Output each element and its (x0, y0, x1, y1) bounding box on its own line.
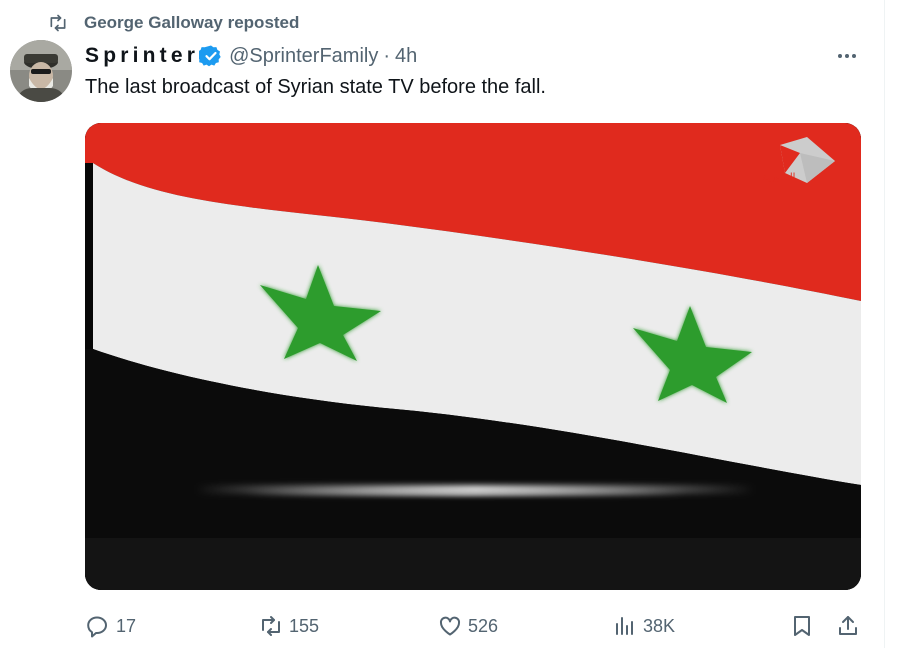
reply-icon (87, 616, 107, 638)
meta-separator: · (383, 44, 391, 67)
analytics-icon (616, 617, 633, 635)
post-time[interactable]: 4h (395, 45, 417, 68)
views-button[interactable]: 38K (613, 612, 675, 640)
author-name[interactable]: Sprinter (85, 44, 199, 68)
like-count: 526 (468, 615, 499, 636)
syrian-flag-image: السورية (85, 123, 861, 590)
heart-icon (439, 616, 461, 636)
share-button[interactable] (836, 612, 860, 640)
view-count: 38K (643, 615, 676, 636)
reply-count: 17 (116, 615, 137, 636)
avatar-image (10, 40, 72, 102)
like-button[interactable]: 526 (438, 612, 498, 640)
repost-count: 155 (289, 615, 320, 636)
author-handle[interactable]: @SprinterFamily (229, 45, 378, 68)
tweet-text: The last broadcast of Syrian state TV be… (85, 76, 546, 98)
bookmark-button[interactable] (790, 612, 814, 640)
reply-button[interactable]: 17 (86, 612, 136, 640)
more-options-button[interactable] (833, 44, 861, 68)
tweet-actions: 17 155 526 38K (0, 612, 884, 640)
avatar[interactable] (10, 40, 72, 102)
repost-icon (262, 616, 280, 636)
timeline-border (884, 0, 885, 648)
more-dot-icon (838, 54, 842, 58)
repost-button[interactable]: 155 (259, 612, 319, 640)
share-icon (839, 616, 857, 635)
more-dot-icon (852, 54, 856, 58)
repost-label: George Galloway reposted (84, 13, 300, 32)
repost-icon (50, 14, 66, 32)
video-media[interactable]: السورية (85, 123, 861, 590)
more-dot-icon (845, 54, 849, 58)
verified-badge-icon (199, 45, 221, 67)
bookmark-icon (794, 616, 810, 636)
channel-logo-label: السورية (763, 172, 796, 183)
repost-context[interactable]: George Galloway reposted (48, 12, 299, 34)
tweet-header: Sprinter @SprinterFamily · 4h (85, 42, 417, 70)
